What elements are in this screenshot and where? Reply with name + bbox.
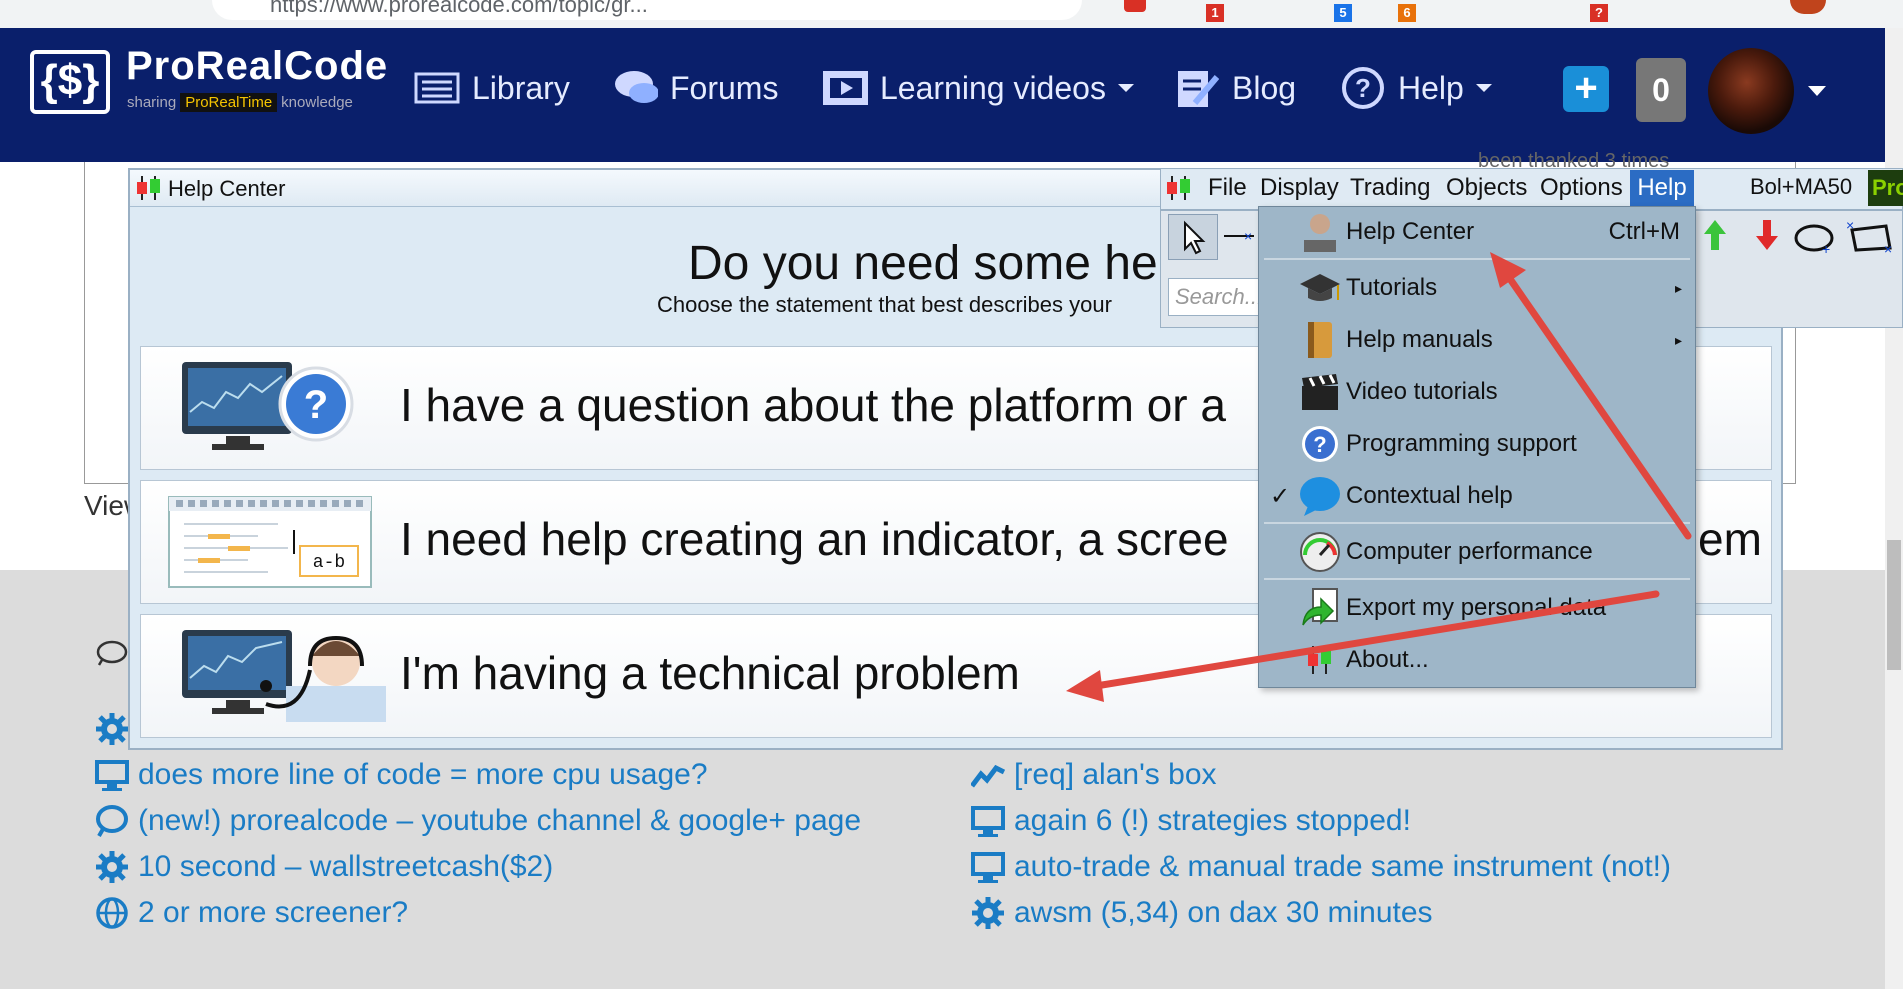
annotation-arrow-technical-problem <box>1066 590 1660 702</box>
annotation-arrows <box>1066 252 1692 702</box>
annotation-arrow-help-center <box>1490 252 1692 540</box>
